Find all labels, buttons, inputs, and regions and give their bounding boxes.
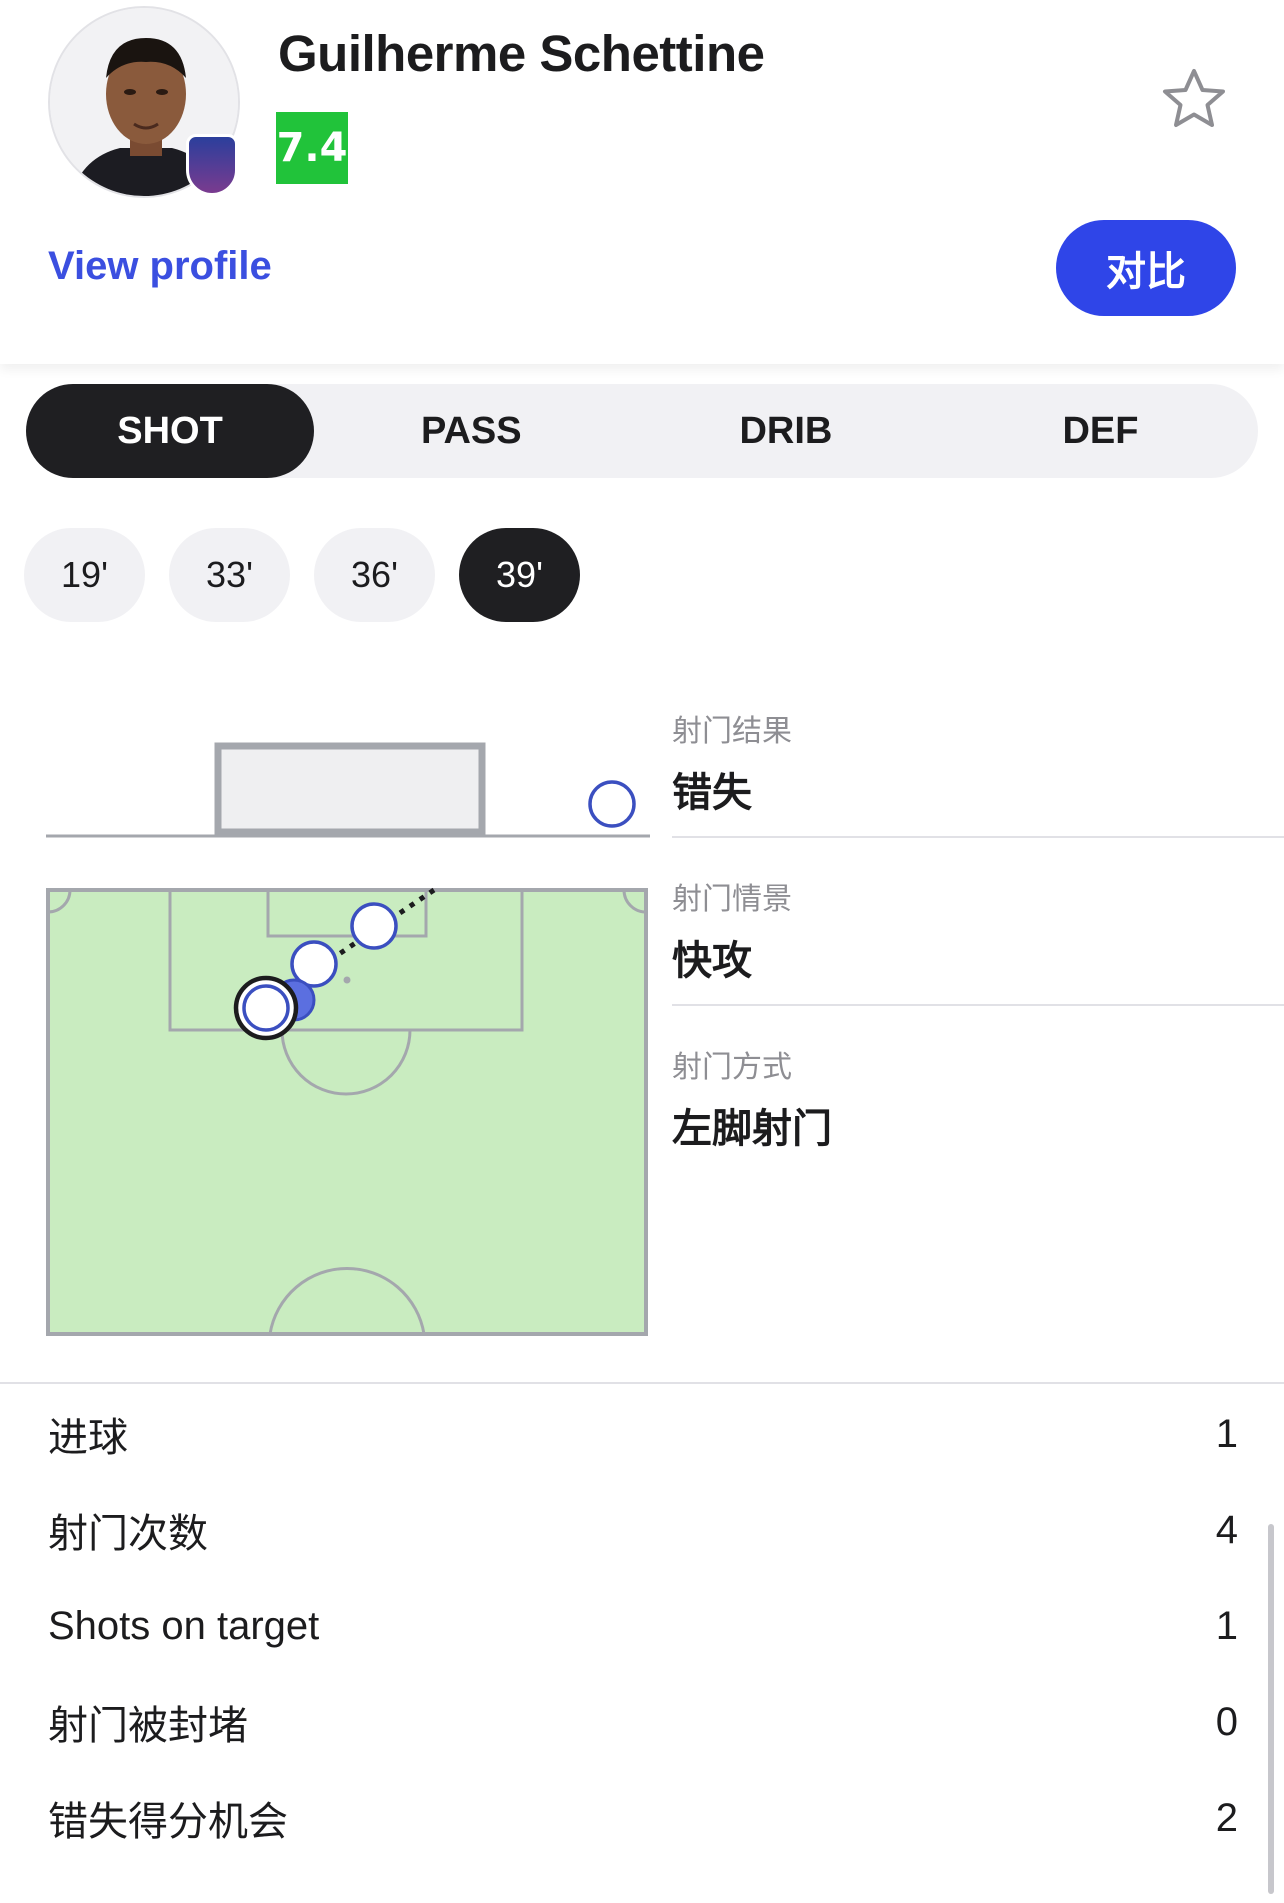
minute-chip[interactable]: 19'	[24, 528, 145, 622]
divider	[672, 1004, 1284, 1006]
stat-label: 射门被封堵	[48, 1704, 248, 1748]
stat-category-tabs: SHOT PASS DRIB DEF	[26, 384, 1258, 478]
stat-label: 进球	[48, 1416, 128, 1460]
team-badge-icon	[186, 134, 238, 196]
detail-label: 射门情景	[672, 883, 792, 916]
shot-result-detail: 射门结果 错失	[672, 706, 1284, 818]
shot-situation-detail: 射门情景 快攻	[672, 874, 1284, 986]
stat-label: Shots on target	[48, 1603, 320, 1648]
goal-frame-view	[46, 742, 650, 838]
view-profile-link[interactable]: View profile	[48, 244, 272, 289]
detail-value: 错失	[672, 771, 752, 815]
stat-row: 射门被封堵 0	[48, 1692, 1238, 1752]
stat-label: 射门次数	[48, 1512, 208, 1556]
stat-value: 1	[1215, 1411, 1238, 1456]
detail-value: 左脚射门	[672, 1107, 832, 1151]
divider	[672, 836, 1284, 838]
shot-end-marker	[588, 780, 636, 828]
tab-pass[interactable]: PASS	[314, 384, 629, 478]
stat-value: 0	[1215, 1699, 1238, 1744]
stat-row: 错失得分机会 2	[48, 1788, 1238, 1848]
detail-value: 快攻	[672, 939, 752, 983]
minute-chip[interactable]: 33'	[169, 528, 290, 622]
minute-chip-selected[interactable]: 39'	[459, 528, 580, 622]
scrollbar[interactable]	[1268, 1524, 1274, 1894]
tab-shot[interactable]: SHOT	[26, 384, 314, 478]
player-header: Guilherme Schettine 7.4 View profile 对比	[0, 0, 1284, 364]
star-outline-icon[interactable]	[1160, 66, 1228, 134]
shot-minute-selector: 19' 33' 36' 39'	[24, 528, 580, 622]
tab-def[interactable]: DEF	[943, 384, 1258, 478]
stat-row: 进球 1	[48, 1404, 1238, 1464]
shot-marker	[350, 902, 398, 950]
detail-label: 射门方式	[672, 1051, 792, 1084]
stat-row: 射门次数 4	[48, 1500, 1238, 1560]
stat-value: 4	[1215, 1507, 1238, 1552]
minute-chip[interactable]: 36'	[314, 528, 435, 622]
player-name: Guilherme Schettine	[278, 25, 765, 82]
detail-label: 射门结果	[672, 715, 792, 748]
stat-row: Shots on target 1	[48, 1596, 1238, 1656]
player-rating-badge: 7.4	[276, 112, 348, 184]
stat-value: 2	[1215, 1795, 1238, 1840]
stat-label: 错失得分机会	[48, 1800, 288, 1844]
shot-type-detail: 射门方式 左脚射门	[672, 1042, 1284, 1154]
half-pitch-shot-map	[46, 887, 648, 1336]
stat-value: 1	[1215, 1603, 1238, 1648]
tab-drib[interactable]: DRIB	[629, 384, 944, 478]
divider	[0, 1382, 1284, 1384]
compare-button[interactable]: 对比	[1056, 220, 1236, 316]
